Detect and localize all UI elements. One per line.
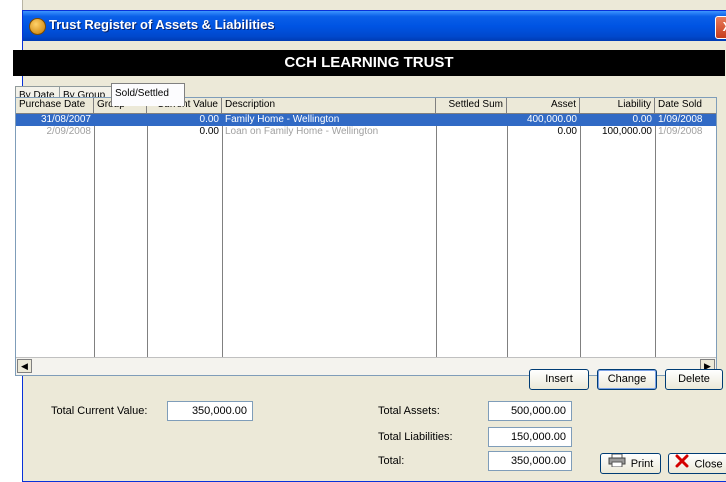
change-button[interactable]: Change: [597, 369, 657, 390]
column-divider: [655, 113, 656, 357]
cell-group: [94, 114, 147, 126]
cell-description: Loan on Family Home - Wellington: [225, 126, 379, 137]
cell-asset: 0.00: [557, 126, 577, 137]
cell-settled-sum: [436, 114, 507, 126]
cell-date-sold: 1/09/2008: [658, 126, 703, 137]
total-liabilities-field: 150,000.00: [488, 427, 572, 447]
trust-name-banner: CCH LEARNING TRUST: [13, 50, 725, 76]
window-close-icon[interactable]: X: [715, 16, 726, 39]
column-header-asset[interactable]: Asset: [507, 98, 580, 113]
window-title: Trust Register of Assets & Liabilities: [49, 17, 275, 32]
total-label: Total:: [378, 455, 405, 467]
cell-current-value: 0.00: [199, 126, 219, 137]
app-icon: [29, 18, 46, 35]
column-header-settled-sum[interactable]: Settled Sum: [436, 98, 507, 113]
cell-date-sold: 1/09/2008: [658, 114, 703, 125]
printer-icon: [608, 453, 626, 474]
column-divider: [147, 113, 148, 357]
cell-group: [94, 126, 147, 138]
table-row-selected[interactable]: 31/08/2007 0.00 Family Home - Wellington…: [16, 114, 716, 126]
scroll-left-icon[interactable]: ◀: [17, 359, 32, 373]
close-x-icon: [675, 454, 689, 475]
cell-asset: 400,000.00: [526, 114, 577, 125]
column-divider: [580, 113, 581, 357]
column-header-date-sold[interactable]: Date Sold: [655, 98, 716, 113]
print-button[interactable]: Print: [600, 453, 661, 474]
cell-purchase-date: 31/08/2007: [40, 114, 91, 125]
column-divider: [94, 113, 95, 357]
tab-sold-settled[interactable]: Sold/Settled: [111, 83, 185, 106]
cell-settled-sum: [436, 126, 507, 138]
assets-grid[interactable]: Purchase Date Group Current Value Descri…: [15, 97, 717, 376]
column-header-liability[interactable]: Liability: [580, 98, 655, 113]
cell-liability: 100,000.00: [601, 126, 652, 137]
column-divider: [507, 113, 508, 357]
register-dialog: Trust Register of Assets & Liabilities X…: [13, 10, 726, 482]
total-field: 350,000.00: [488, 451, 572, 471]
table-row[interactable]: 2/09/2008 0.00 Loan on Family Home - Wel…: [16, 126, 716, 138]
cell-liability: 0.00: [632, 114, 652, 125]
column-header-description[interactable]: Description: [222, 98, 436, 113]
delete-button[interactable]: Delete: [665, 369, 723, 390]
total-current-value-label: Total Current Value:: [51, 405, 148, 417]
cell-description: Family Home - Wellington: [225, 114, 340, 125]
close-button-label: Close: [694, 458, 723, 471]
total-liabilities-label: Total Liabilities:: [378, 431, 453, 443]
total-assets-label: Total Assets:: [378, 405, 440, 417]
column-header-purchase-date[interactable]: Purchase Date: [16, 98, 94, 113]
column-divider: [436, 113, 437, 357]
print-button-label: Print: [630, 457, 654, 470]
title-bar[interactable]: Trust Register of Assets & Liabilities X: [23, 11, 726, 41]
total-current-value-field: 350,000.00: [167, 401, 253, 421]
close-button[interactable]: Close: [668, 453, 726, 474]
insert-button[interactable]: Insert: [529, 369, 589, 390]
cell-current-value: 0.00: [199, 114, 219, 125]
column-divider: [222, 113, 223, 357]
total-assets-field: 500,000.00: [488, 401, 572, 421]
cell-purchase-date: 2/09/2008: [46, 126, 92, 137]
